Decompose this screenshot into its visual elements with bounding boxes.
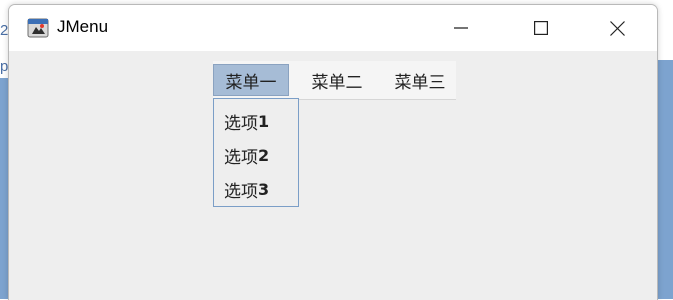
menu-2[interactable]: 菜单二 [301,64,373,96]
menu-3[interactable]: 菜单三 [385,64,455,96]
menu-item-option-3[interactable]: 选项 3 [224,174,269,204]
dropdown-menu: 选项 1 选项 2 选项 3 [213,98,299,207]
background-blue-band [0,78,8,299]
close-icon [609,20,625,36]
background-window-left: 2 p [0,0,8,299]
menu-item-option-1[interactable]: 选项 1 [224,106,269,136]
minimize-button[interactable] [431,5,491,51]
menu-item-label: 选项 [224,181,258,202]
menu-item-number: 2 [258,145,270,165]
maximize-button[interactable] [511,5,571,51]
app-window: JMenu 菜单一 菜单二 菜单三 选项 1 选项 2 选项 3 [8,4,658,300]
menu-item-number: 3 [258,179,270,199]
menu-1[interactable]: 菜单一 [213,64,289,96]
close-button[interactable] [587,5,647,51]
menu-item-label: 选项 [224,113,258,134]
menu-bar: 菜单一 菜单二 菜单三 [213,61,456,100]
menu-item-label: 选项 [224,147,258,168]
window-title: JMenu [57,17,109,36]
menu-item-number: 1 [258,111,270,131]
maximize-icon [534,21,548,35]
java-app-icon [27,18,49,38]
menu-item-option-2[interactable]: 选项 2 [224,140,269,170]
minimize-icon [454,27,468,29]
title-bar[interactable]: JMenu [9,5,657,51]
